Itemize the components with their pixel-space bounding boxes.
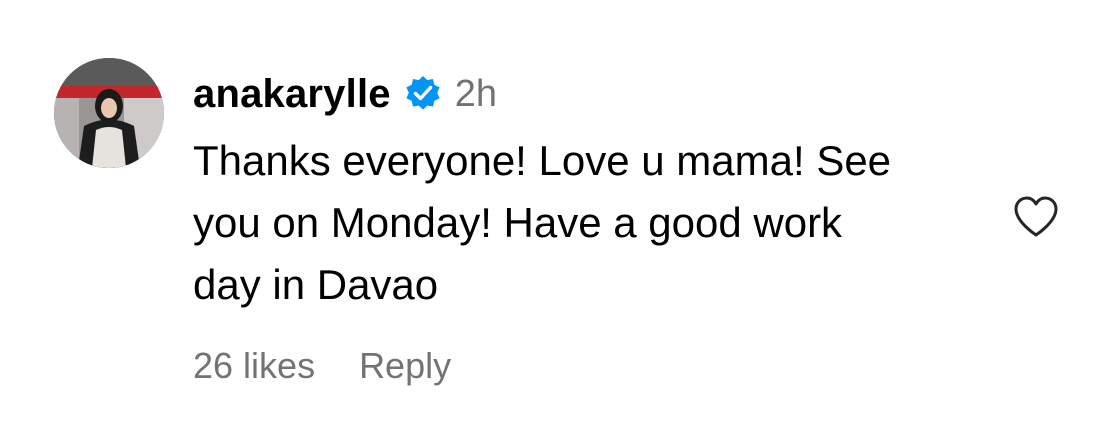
comment-text-line: Thanks everyone! Love u mama! See bbox=[193, 137, 892, 184]
comment-item: anakarylle 2h Thanks everyone! Love u ma… bbox=[0, 0, 1120, 447]
comment-header: anakarylle 2h bbox=[193, 68, 497, 120]
username[interactable]: anakarylle bbox=[193, 68, 391, 120]
timestamp: 2h bbox=[454, 73, 497, 115]
comment-text-line: you on Monday! Have a good work bbox=[193, 199, 843, 246]
comment-text-line: day in Davao bbox=[193, 261, 439, 308]
verified-badge-icon bbox=[403, 74, 443, 114]
likes-count[interactable]: 26 likes bbox=[193, 340, 315, 392]
reply-button[interactable]: Reply bbox=[359, 340, 451, 392]
comment-actions: 26 likes Reply bbox=[193, 340, 451, 392]
avatar[interactable] bbox=[54, 58, 164, 168]
comment-text: Thanks everyone! Love u mama! See you on… bbox=[193, 130, 973, 316]
heart-outline-icon[interactable] bbox=[1012, 195, 1060, 239]
